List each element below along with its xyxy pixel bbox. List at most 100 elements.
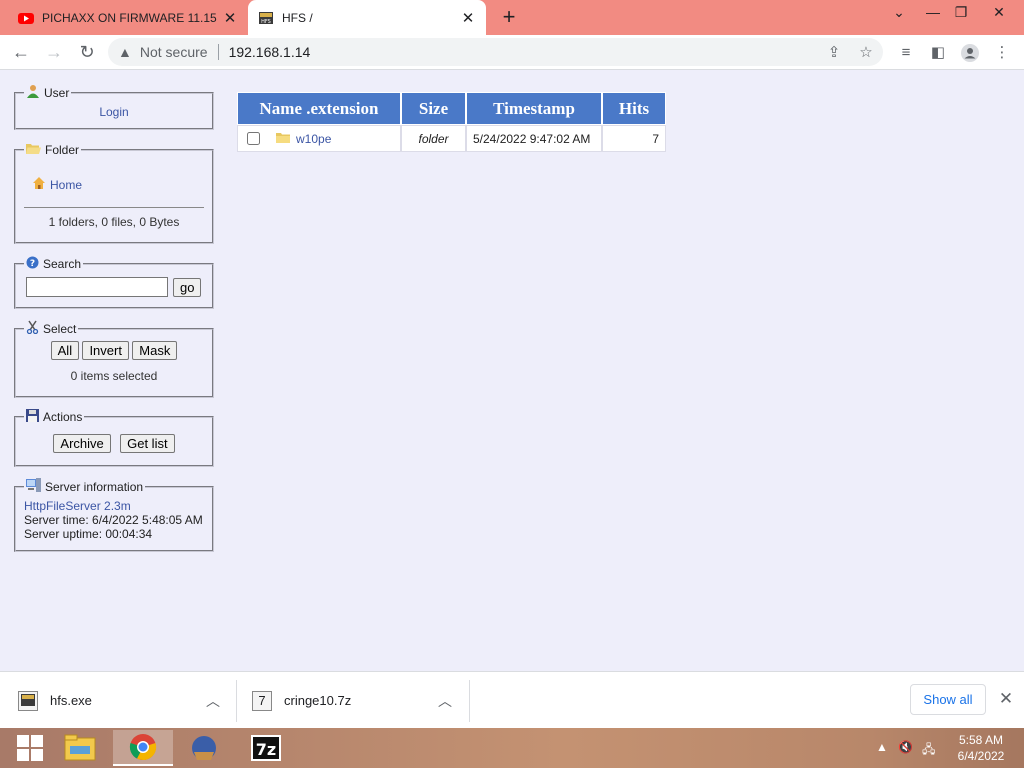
server-info-panel: Server information HttpFileServer 2.3m S… bbox=[14, 478, 214, 552]
name-cell: w10pe bbox=[237, 125, 401, 152]
hfs-app-icon[interactable] bbox=[174, 730, 234, 766]
home-icon bbox=[32, 176, 46, 193]
chrome-icon[interactable] bbox=[113, 730, 173, 766]
actions-panel: Actions Archive Get list bbox=[14, 409, 214, 467]
browser-toolbar: ← → ↻ ▲ Not secure 192.168.1.14 ⇪ ☆ ≡ ◧ … bbox=[0, 35, 1024, 70]
select-invert-button[interactable]: Invert bbox=[82, 341, 129, 360]
system-clock[interactable]: 5:58 AM 6/4/2022 bbox=[948, 732, 1014, 764]
folder-panel-title: Folder bbox=[45, 143, 80, 157]
search-go-button[interactable]: go bbox=[173, 277, 202, 297]
chevron-up-icon[interactable]: ︿ bbox=[206, 691, 220, 711]
hfs-exe-icon bbox=[18, 690, 38, 711]
tab-title: PICHAXX ON FIRMWARE 11.15 - bbox=[42, 10, 220, 25]
url-text[interactable]: 192.168.1.14 bbox=[229, 44, 311, 60]
server-computer-icon bbox=[26, 478, 41, 495]
login-link[interactable]: Login bbox=[99, 105, 128, 119]
folder-panel-legend: Folder bbox=[24, 142, 81, 158]
column-header-timestamp[interactable]: Timestamp bbox=[466, 92, 602, 125]
close-window-icon[interactable]: ✕ bbox=[984, 4, 1014, 26]
restore-icon[interactable]: ❐ bbox=[946, 4, 976, 26]
folder-link[interactable]: w10pe bbox=[296, 132, 331, 146]
tray-overflow-icon[interactable]: ▲ bbox=[876, 740, 888, 754]
reload-icon[interactable]: ↻ bbox=[76, 41, 98, 63]
profile-avatar-icon[interactable] bbox=[960, 43, 980, 63]
archive-button[interactable]: Archive bbox=[53, 434, 111, 453]
file-explorer-icon[interactable] bbox=[50, 730, 110, 766]
floppy-disk-icon bbox=[26, 409, 39, 425]
download-filename: hfs.exe bbox=[50, 693, 92, 708]
tab-youtube[interactable]: PICHAXX ON FIRMWARE 11.15 - ✕ bbox=[8, 0, 248, 35]
selection-status: 0 items selected bbox=[70, 369, 158, 383]
download-item-cringe[interactable]: 7 cringe10.7z ︿ bbox=[252, 672, 468, 729]
folder-summary: 1 folders, 0 files, 0 Bytes bbox=[48, 215, 180, 229]
row-select-checkbox[interactable] bbox=[247, 132, 260, 145]
search-panel: ? Search go bbox=[14, 256, 214, 309]
side-panel-icon[interactable]: ◧ bbox=[928, 43, 948, 63]
user-panel-legend: User bbox=[24, 84, 71, 101]
search-panel-title: Search bbox=[43, 257, 82, 271]
volume-muted-icon[interactable]: 🔇 bbox=[898, 740, 913, 754]
table-row: w10pe folder 5/24/2022 9:47:02 AM 7 bbox=[237, 125, 666, 152]
column-header-name[interactable]: Name .extension bbox=[237, 92, 401, 125]
windows-taskbar: 7z ▲ 🔇 🖧 5:58 AM 6/4/2022 bbox=[0, 728, 1024, 768]
timestamp-cell: 5/24/2022 9:47:02 AM bbox=[466, 125, 602, 152]
7zip-icon[interactable]: 7z bbox=[236, 730, 296, 766]
select-panel-legend: Select bbox=[24, 320, 78, 337]
tab-search-chevron-icon[interactable]: ⌄ bbox=[884, 4, 914, 26]
back-icon[interactable]: ← bbox=[10, 41, 32, 63]
download-filename: cringe10.7z bbox=[284, 693, 352, 708]
help-question-icon: ? bbox=[26, 256, 39, 272]
server-time: Server time: 6/4/2022 5:48:05 AM bbox=[24, 513, 203, 527]
folder-open-icon bbox=[26, 142, 41, 158]
youtube-icon bbox=[18, 12, 34, 24]
tab-title: HFS / bbox=[282, 10, 313, 25]
forward-icon[interactable]: → bbox=[43, 41, 65, 63]
select-panel-title: Select bbox=[43, 321, 77, 336]
menu-kebab-icon[interactable]: ⋮ bbox=[992, 43, 1012, 63]
page-content: User Login Folder Home 1 folders, 0 file… bbox=[0, 70, 1024, 671]
home-link[interactable]: Home bbox=[50, 178, 82, 192]
column-header-size[interactable]: Size bbox=[401, 92, 466, 125]
show-all-downloads-button[interactable]: Show all bbox=[910, 684, 986, 715]
column-header-hits[interactable]: Hits bbox=[602, 92, 666, 125]
hits-cell: 7 bbox=[602, 125, 666, 152]
tab-hfs[interactable]: HFS HFS / ✕ bbox=[248, 0, 486, 35]
minimize-icon[interactable]: — bbox=[918, 4, 948, 26]
security-label[interactable]: Not secure bbox=[140, 44, 208, 60]
divider bbox=[217, 44, 219, 60]
svg-text:?: ? bbox=[30, 259, 35, 269]
scissors-icon bbox=[26, 320, 39, 337]
bookmark-star-icon[interactable]: ☆ bbox=[856, 43, 876, 63]
svg-text:7z: 7z bbox=[256, 740, 276, 759]
search-panel-legend: ? Search bbox=[24, 256, 83, 272]
close-tab-icon[interactable]: ✕ bbox=[220, 9, 240, 27]
svg-text:HFS: HFS bbox=[261, 19, 271, 25]
hfs-version-link[interactable]: HttpFileServer 2.3m bbox=[24, 499, 212, 513]
clock-date: 6/4/2022 bbox=[957, 749, 1005, 763]
download-item-hfs[interactable]: hfs.exe ︿ bbox=[18, 672, 236, 729]
media-control-icon[interactable]: ≡ bbox=[896, 43, 916, 63]
user-panel: User Login bbox=[14, 84, 214, 130]
actions-panel-title: Actions bbox=[43, 410, 83, 424]
close-tab-icon[interactable]: ✕ bbox=[458, 9, 478, 27]
new-tab-button[interactable]: + bbox=[497, 5, 521, 29]
get-list-button[interactable]: Get list bbox=[120, 434, 175, 453]
table-header-row: Name .extension Size Timestamp Hits bbox=[237, 92, 666, 125]
server-info-title: Server information bbox=[45, 479, 144, 494]
select-all-button[interactable]: All bbox=[50, 341, 80, 360]
folder-icon bbox=[276, 132, 290, 146]
file-list-table: Name .extension Size Timestamp Hits w10p… bbox=[237, 92, 666, 152]
user-panel-title: User bbox=[44, 85, 70, 100]
divider bbox=[236, 680, 237, 722]
share-icon[interactable]: ⇪ bbox=[824, 43, 844, 63]
archive-file-icon: 7 bbox=[252, 690, 272, 711]
chevron-up-icon[interactable]: ︿ bbox=[438, 691, 452, 711]
address-bar[interactable]: ▲ Not secure 192.168.1.14 bbox=[108, 38, 883, 66]
select-mask-button[interactable]: Mask bbox=[132, 341, 178, 360]
hfs-icon: HFS bbox=[259, 11, 273, 25]
close-download-bar-icon[interactable]: ✕ bbox=[996, 689, 1016, 709]
search-input[interactable] bbox=[26, 277, 168, 297]
windows-logo-icon bbox=[17, 735, 43, 761]
warning-icon[interactable]: ▲ bbox=[118, 44, 132, 60]
network-icon[interactable]: 🖧 bbox=[922, 740, 935, 761]
